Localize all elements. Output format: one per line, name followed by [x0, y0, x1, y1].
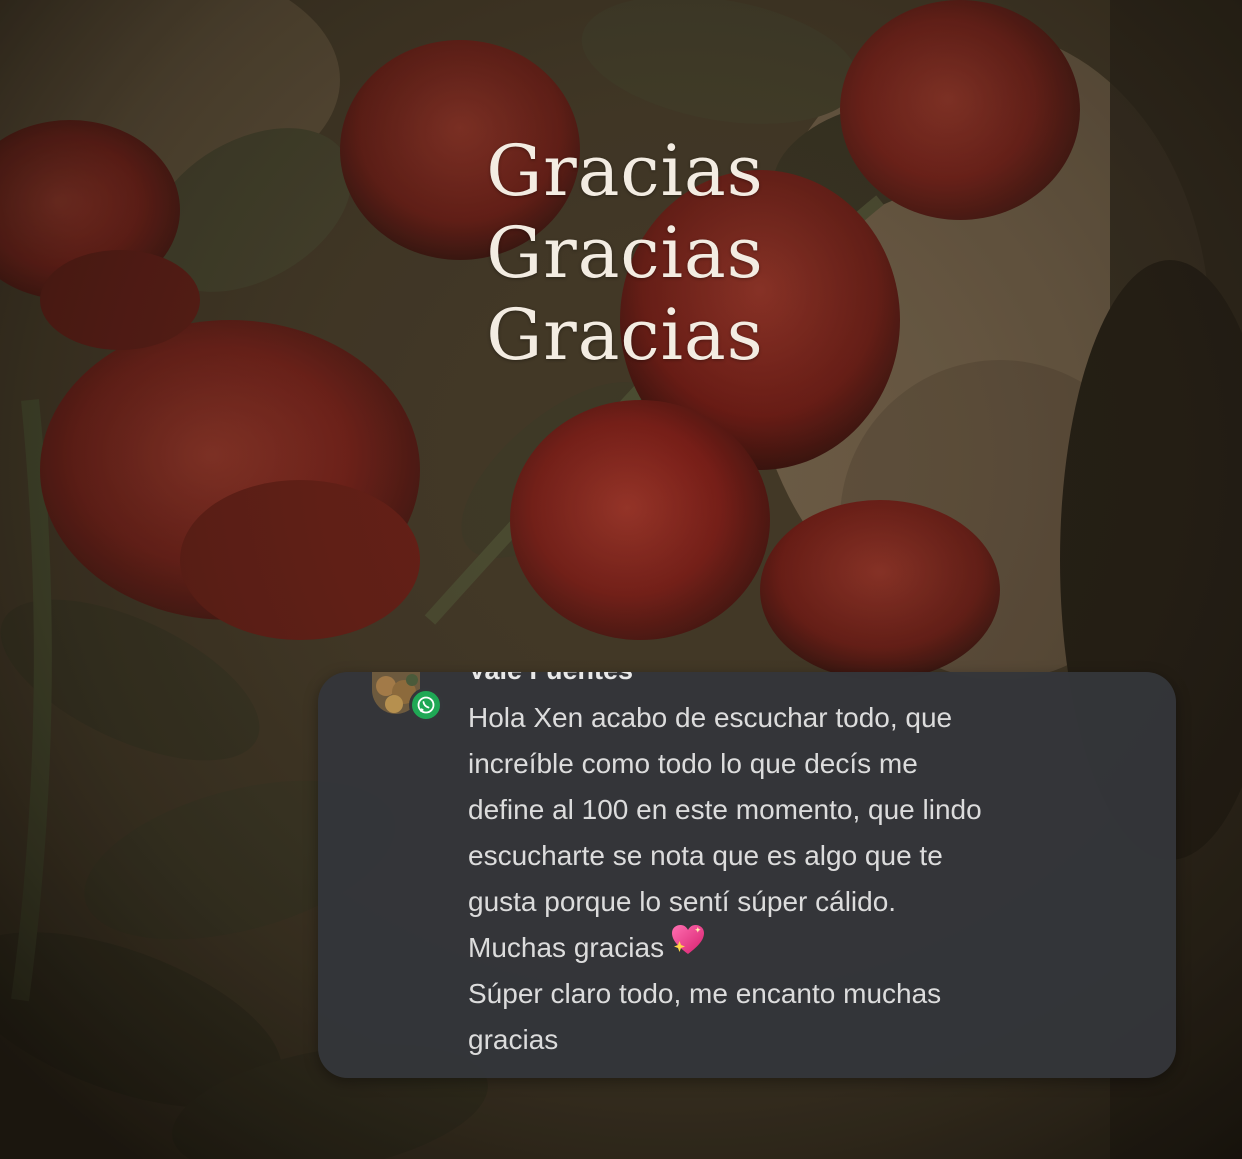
message-line: escucharte se nota que es algo que te [468, 840, 943, 871]
message-line: increíble como todo lo que decís me [468, 748, 918, 779]
whatsapp-icon [409, 688, 443, 722]
message-line: Súper claro todo, me encanto muchas [468, 978, 942, 1009]
message-line: gusta porque lo sentí súper cálido. [468, 886, 897, 917]
title-line-1: Gracias [486, 130, 764, 212]
title-line-3: Gracias [486, 294, 764, 376]
message-text: Hola Xen acabo de escuchar todo, que inc… [468, 695, 1118, 1063]
message-line: gracias [468, 1024, 559, 1055]
message-line: define al 100 en este momento, que lindo [468, 794, 982, 825]
title-block: Gracias Gracias Gracias [440, 130, 810, 376]
message-line: Muchas gracias [468, 932, 665, 963]
sender-name: Vale Fuentes [468, 672, 633, 686]
message-line: Hola Xen acabo de escuchar todo, que [468, 702, 953, 733]
story-canvas: Gracias Gracias Gracias Vale Fuentes Hol… [0, 0, 1242, 1159]
sparkling-heart-icon [670, 923, 706, 971]
title-line-2: Gracias [486, 212, 764, 294]
message-notification-card[interactable]: Vale Fuentes Hola Xen acabo de escuchar … [318, 672, 1176, 1078]
message-line-with-emoji: Muchas gracias [468, 923, 1118, 971]
